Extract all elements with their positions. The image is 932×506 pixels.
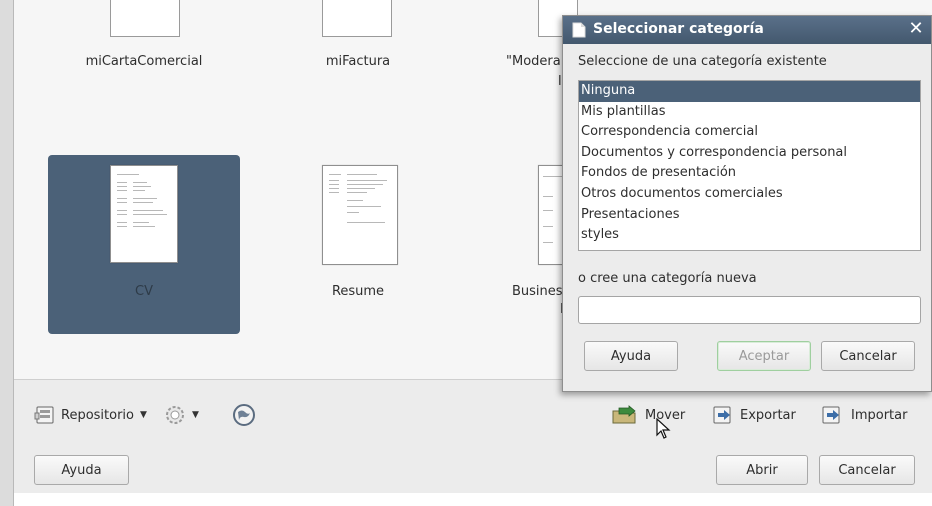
template-tile-resume[interactable]: Resume	[262, 155, 454, 334]
export-label: Exportar	[740, 407, 796, 423]
repository-button[interactable]: Repositorio ▼	[34, 405, 147, 425]
template-thumbnail	[110, 0, 180, 37]
new-category-label: o cree una categoría nueva	[578, 271, 757, 286]
import-button[interactable]: Importar	[821, 405, 907, 425]
template-thumbnail	[322, 165, 398, 265]
globe-icon	[232, 403, 256, 427]
category-item[interactable]: Otros documentos comerciales	[579, 184, 920, 205]
category-item[interactable]: Mis plantillas	[579, 102, 920, 123]
existing-category-label: Seleccione de una categoría existente	[578, 54, 827, 69]
select-category-dialog: Seleccionar categoría ✕ Seleccione de un…	[562, 15, 932, 392]
template-thumbnail	[110, 165, 178, 263]
template-name: miCartaComercial	[85, 54, 203, 69]
template-thumbnail	[322, 0, 392, 37]
template-tile-micartacomercial[interactable]: miCartaComercial	[48, 0, 240, 80]
dialog-accept-button[interactable]: Aceptar	[717, 341, 811, 371]
dropdown-arrow-icon[interactable]: ▼	[192, 410, 199, 420]
template-tile-moderate[interactable]: "Modera le	[484, 0, 578, 100]
dialog-titlebar[interactable]: Seleccionar categoría ✕	[563, 16, 931, 44]
import-label: Importar	[851, 407, 908, 423]
document-icon	[572, 22, 586, 42]
mouse-cursor-icon	[656, 417, 672, 444]
repository-icon	[34, 405, 56, 425]
window-left-border	[0, 0, 14, 506]
category-item[interactable]: Fondos de presentación	[579, 163, 920, 184]
category-item[interactable]: styles	[579, 225, 920, 246]
online-templates-button[interactable]	[232, 403, 256, 427]
export-icon	[712, 405, 734, 425]
new-category-input[interactable]	[578, 296, 921, 324]
category-item[interactable]: Documentos y correspondencia personal	[579, 143, 920, 164]
dialog-title: Seleccionar categoría	[593, 21, 764, 37]
category-list[interactable]: Ninguna Mis plantillas Correspondencia c…	[578, 80, 921, 251]
repository-label: Repositorio	[61, 407, 134, 423]
template-name: Resume	[331, 284, 385, 299]
dropdown-arrow-icon[interactable]: ▼	[140, 410, 147, 420]
dialog-help-button[interactable]: Ayuda	[584, 341, 678, 371]
category-item[interactable]: Correspondencia comercial	[579, 122, 920, 143]
help-button[interactable]: Ayuda	[34, 455, 129, 485]
template-name: CV	[135, 284, 153, 299]
export-button[interactable]: Exportar	[712, 405, 796, 425]
open-button[interactable]: Abrir	[716, 455, 808, 485]
dialog-cancel-button[interactable]: Cancelar	[821, 341, 915, 371]
close-icon[interactable]: ✕	[905, 18, 927, 40]
move-button[interactable]: Mover	[611, 405, 685, 425]
cancel-button[interactable]: Cancelar	[819, 455, 915, 485]
template-tile-cv[interactable]: CV	[48, 155, 240, 334]
category-item[interactable]: Ninguna	[579, 81, 920, 102]
import-icon	[821, 405, 843, 425]
move-folder-icon	[611, 405, 639, 425]
template-tile-mifactura[interactable]: miFactura	[262, 0, 454, 80]
category-item[interactable]: Presentaciones	[579, 205, 920, 226]
settings-button[interactable]: ▼	[164, 404, 199, 426]
template-name: miFactura	[325, 54, 391, 69]
gear-icon	[164, 404, 186, 426]
